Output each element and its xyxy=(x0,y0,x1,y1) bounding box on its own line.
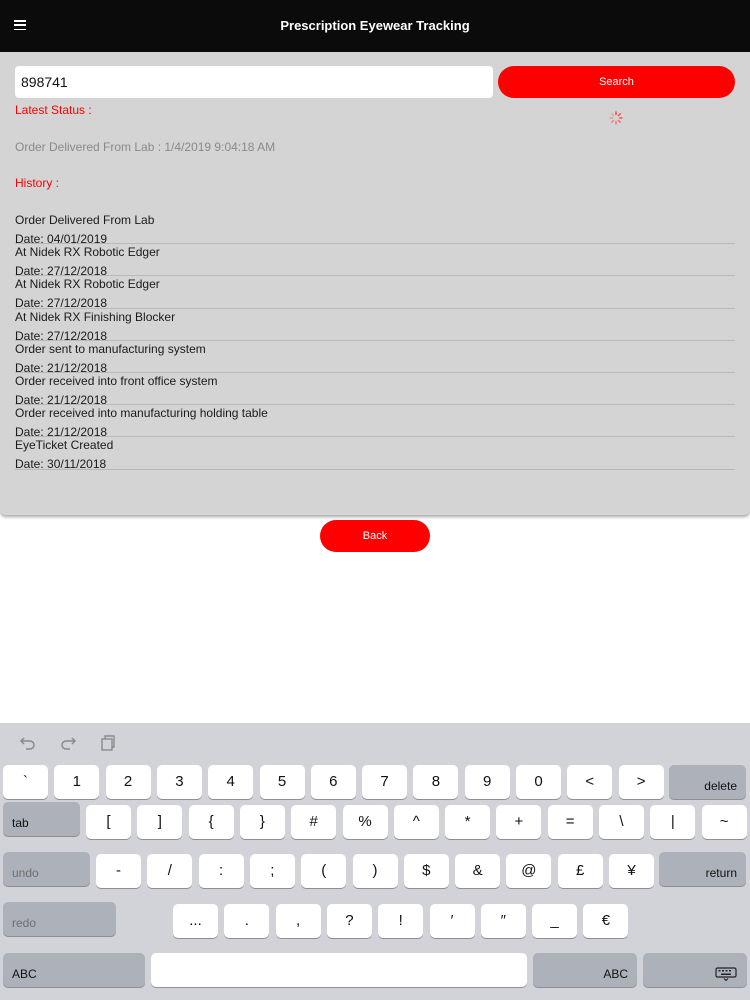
history-event: At Nidek RX Finishing Blocker xyxy=(15,309,176,324)
keyboard-key[interactable]: ! xyxy=(378,904,424,938)
keyboard-shortcut-bar xyxy=(0,723,750,763)
search-button[interactable]: Search xyxy=(498,66,735,98)
keyboard-key[interactable]: @ xyxy=(506,854,552,888)
keyboard-key[interactable]: 3 xyxy=(156,765,202,799)
history-event: Order sent to manufacturing system xyxy=(15,341,206,356)
hide-keyboard-icon xyxy=(715,967,737,981)
page-title: Prescription Eyewear Tracking xyxy=(280,18,470,33)
history-label: History : xyxy=(15,176,60,190)
keyboard-key[interactable]: ^ xyxy=(393,805,439,839)
history-item: Order Delivered From Lab Date: 04/01/2019 xyxy=(15,212,735,246)
keyboard-key[interactable]: ... xyxy=(173,904,218,938)
latest-status-label: Latest Status : xyxy=(15,103,92,117)
redo-arrow-icon[interactable] xyxy=(58,733,78,753)
undo-arrow-icon[interactable] xyxy=(18,733,38,753)
tab-key[interactable]: tab xyxy=(3,802,80,836)
redo-key[interactable]: redo xyxy=(3,902,116,936)
keyboard-key[interactable]: £ xyxy=(557,854,603,888)
keyboard-key[interactable]: % xyxy=(342,805,388,839)
hide-keyboard-key[interactable] xyxy=(643,953,747,987)
history-event: Order received into front office system xyxy=(15,373,218,388)
loading-spinner-icon xyxy=(609,111,623,125)
history-item: Order received into front office system D… xyxy=(15,373,735,407)
keyboard-key-label: ABC xyxy=(12,967,37,981)
keyboard-key[interactable]: > xyxy=(618,765,664,799)
keyboard-key[interactable]: ; xyxy=(249,854,295,888)
nav-bar: Prescription Eyewear Tracking xyxy=(0,0,750,52)
keyboard-key[interactable]: ′ xyxy=(429,904,475,938)
history-list: Order Delivered From Lab Date: 04/01/2019… xyxy=(15,212,735,472)
keyboard-key[interactable]: 5 xyxy=(259,765,305,799)
keyboard-key[interactable]: < xyxy=(567,765,613,799)
keyboard-key[interactable]: = xyxy=(547,805,593,839)
keyboard-key[interactable]: ) xyxy=(352,854,398,888)
history-item: At Nidek RX Robotic Edger Date: 27/12/201… xyxy=(15,244,735,278)
history-item: At Nidek RX Robotic Edger Date: 27/12/201… xyxy=(15,276,735,310)
tracking-card: Search Latest Status : Order Delivered F… xyxy=(0,52,750,515)
keyboard-key[interactable]: * xyxy=(445,805,491,839)
keyboard-key[interactable]: $ xyxy=(403,854,449,888)
keyboard-key[interactable]: | xyxy=(650,805,696,839)
abc-key-right[interactable]: ABC xyxy=(533,953,637,987)
history-event: Order Delivered From Lab xyxy=(15,213,155,227)
keyboard-key-label: ABC xyxy=(603,967,628,981)
keyboard-key[interactable]: / xyxy=(147,854,193,888)
keyboard-key[interactable]: : xyxy=(198,854,244,888)
paste-icon[interactable] xyxy=(98,733,118,753)
keyboard-key[interactable]: 9 xyxy=(464,765,510,799)
return-key[interactable]: return xyxy=(659,852,746,886)
keyboard-key[interactable]: { xyxy=(188,805,234,839)
history-item: Order sent to manufacturing system Date: … xyxy=(15,341,735,375)
keyboard-key[interactable]: & xyxy=(455,854,501,888)
keyboard-key[interactable]: 4 xyxy=(208,765,254,799)
history-item: Order received into manufacturing holdin… xyxy=(15,405,735,439)
history-date: Date: 30/11/2018 xyxy=(15,457,107,472)
history-event: Order received into manufacturing holdin… xyxy=(15,406,268,421)
history-event: At Nidek RX Robotic Edger xyxy=(15,245,160,260)
keyboard-key[interactable]: [ xyxy=(86,805,131,839)
keyboard-key[interactable]: 8 xyxy=(413,765,459,799)
keyboard-key[interactable]: ` xyxy=(3,765,48,799)
keyboard-key[interactable]: ? xyxy=(326,904,372,938)
keyboard-key[interactable]: + xyxy=(496,805,542,839)
keyboard-key-label: delete xyxy=(704,779,737,793)
keyboard-key-label: redo xyxy=(12,916,37,930)
keyboard-key[interactable]: \ xyxy=(599,805,644,839)
keyboard-key[interactable]: _ xyxy=(532,904,578,938)
keyboard-key[interactable]: ″ xyxy=(480,904,526,938)
keyboard-key[interactable]: 2 xyxy=(105,765,151,799)
keyboard-key-label: tab xyxy=(12,816,29,830)
back-button[interactable]: Back xyxy=(320,520,430,552)
history-item: At Nidek RX Finishing Blocker Date: 27/12… xyxy=(15,309,735,343)
keyboard-key[interactable]: 7 xyxy=(362,765,408,799)
order-number-input[interactable] xyxy=(15,66,493,98)
keyboard-key[interactable]: 6 xyxy=(310,765,356,799)
keyboard-key[interactable]: . xyxy=(224,904,270,938)
keyboard-key[interactable]: € xyxy=(583,904,629,938)
history-item: EyeTicket Created Date: 30/11/2018 xyxy=(15,437,735,472)
keyboard-key[interactable]: } xyxy=(239,805,285,839)
delete-key[interactable]: delete xyxy=(669,765,746,799)
keyboard-key-label: return xyxy=(705,866,737,880)
keyboard-key-label: undo xyxy=(12,866,39,880)
on-screen-keyboard: ` 1 2 3 4 5 6 7 8 9 0 < > delete tab []{} #% ^ * + = \ | ~ undo -… xyxy=(0,723,750,1000)
undo-key[interactable]: undo xyxy=(3,852,90,886)
keyboard-key[interactable]: ~ xyxy=(701,805,747,839)
space-bar[interactable] xyxy=(151,953,527,987)
history-event: EyeTicket Created xyxy=(15,438,114,453)
latest-status-value: Order Delivered From Lab : 1/4/2019 9:04… xyxy=(15,140,276,154)
abc-key-left[interactable]: ABC xyxy=(3,953,145,987)
keyboard-key[interactable]: ¥ xyxy=(609,854,654,888)
keyboard-key[interactable]: ( xyxy=(301,854,347,888)
keyboard-key[interactable]: 0 xyxy=(516,765,561,799)
history-event: At Nidek RX Robotic Edger xyxy=(15,277,160,292)
keyboard-key[interactable]: # xyxy=(291,805,337,839)
keyboard-key[interactable]: 1 xyxy=(54,765,100,799)
keyboard-key[interactable]: - xyxy=(96,854,141,888)
keyboard-key[interactable]: ] xyxy=(137,805,183,839)
keyboard-key[interactable]: , xyxy=(275,904,321,938)
